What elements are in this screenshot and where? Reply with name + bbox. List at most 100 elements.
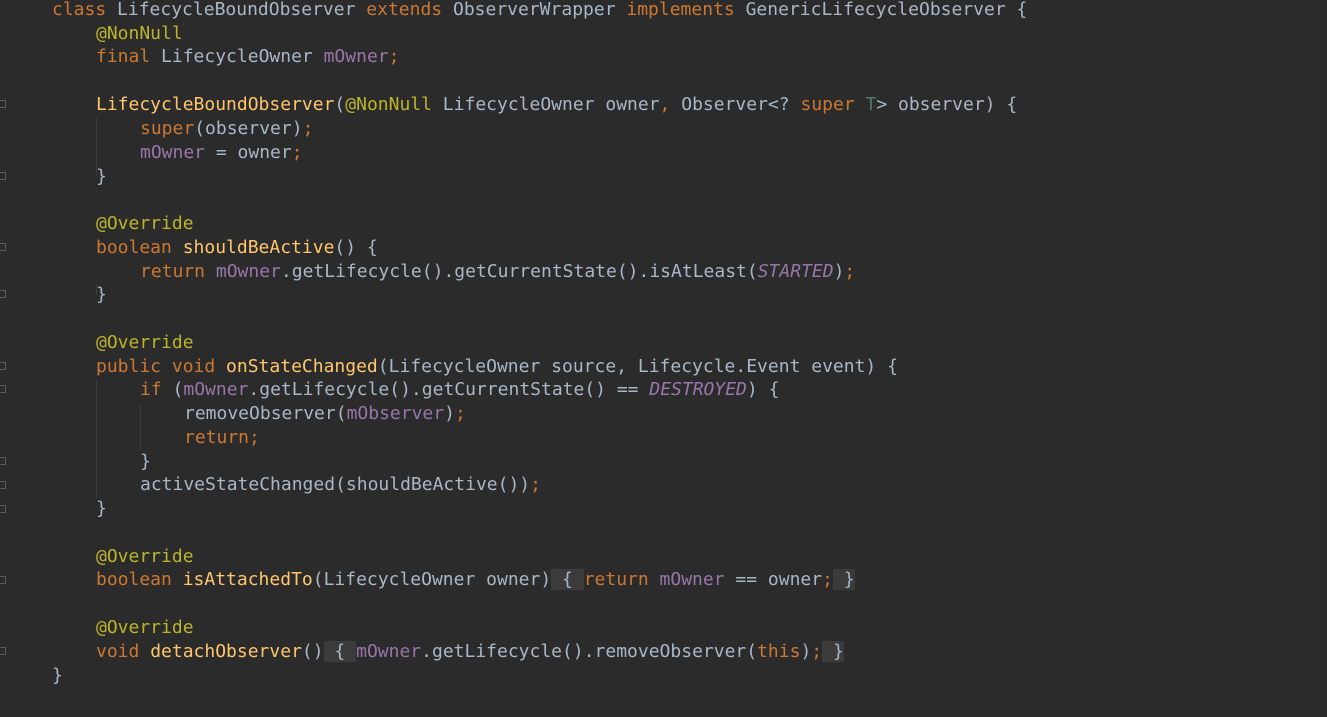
code-line[interactable]: super(observer); <box>140 117 313 141</box>
fold-marker-icon[interactable] <box>0 576 6 584</box>
code-line[interactable]: @Override <box>96 616 194 640</box>
code-line[interactable]: return; <box>184 426 260 450</box>
code-line[interactable]: @Override <box>96 212 194 236</box>
fold-marker-icon[interactable] <box>0 457 6 465</box>
code-line[interactable]: return mOwner.getLifecycle().getCurrentS… <box>140 260 855 284</box>
fold-marker-icon[interactable] <box>0 647 6 655</box>
punctuation: ( <box>334 94 346 115</box>
type-name: LifecycleOwner <box>161 46 324 67</box>
keyword: return <box>140 261 216 282</box>
brace: } <box>96 498 107 519</box>
code-line[interactable]: class LifecycleBoundObserver extends Obs… <box>52 0 1027 22</box>
type-parameter: T <box>865 94 877 115</box>
keyword: super <box>140 118 195 139</box>
constant: STARTED <box>757 261 834 282</box>
keyword: extends <box>366 0 453 20</box>
code-editor[interactable]: class LifecycleBoundObserver extends Obs… <box>0 0 1327 717</box>
code-text: .getLifecycle().getCurrentState().isAtLe… <box>280 261 758 282</box>
code-text: = owner <box>205 142 292 163</box>
punctuation: ( <box>172 379 184 400</box>
method-name: onStateChanged <box>226 356 378 377</box>
keyword: final <box>96 46 162 67</box>
keyword: boolean <box>96 569 183 590</box>
code-text: (observer) <box>194 118 303 139</box>
fold-marker-icon[interactable] <box>0 100 6 108</box>
semicolon: ; <box>388 46 400 67</box>
code-line[interactable]: LifecycleBoundObserver(@NonNull Lifecycl… <box>96 93 1017 117</box>
field-name: mOwner <box>323 46 389 67</box>
code-line[interactable]: if (mOwner.getLifecycle().getCurrentStat… <box>140 378 779 402</box>
constructor-name: LifecycleBoundObserver <box>96 94 335 115</box>
punctuation: ) <box>833 261 845 282</box>
punctuation: ) <box>800 641 812 662</box>
folded-region-open[interactable]: { <box>323 641 357 662</box>
folded-region-open[interactable]: { <box>551 569 584 590</box>
indent-guide <box>140 404 141 450</box>
code-line[interactable]: mOwner = owner; <box>140 141 303 165</box>
punctuation: ) { <box>746 379 780 400</box>
keyword: return <box>184 427 250 448</box>
code-line[interactable]: } <box>96 497 107 521</box>
semicolon: ; <box>291 142 303 163</box>
code-line[interactable]: activeStateChanged(shouldBeActive()); <box>140 473 541 497</box>
code-line[interactable]: } <box>96 165 107 189</box>
semicolon: ; <box>844 261 856 282</box>
method-name: shouldBeActive <box>182 237 335 258</box>
brace: } <box>96 284 107 305</box>
field-name: mObserver <box>346 403 445 424</box>
interface-name: GenericLifecycleObserver { <box>745 0 1028 20</box>
keyword: this <box>757 641 801 662</box>
fold-marker-icon[interactable] <box>0 385 6 393</box>
brace: } <box>96 166 107 187</box>
code-text: .getLifecycle().removeObserver( <box>421 641 758 662</box>
brace: } <box>140 451 151 472</box>
keyword: class <box>52 0 118 20</box>
field-name: mOwner <box>659 569 725 590</box>
code-line[interactable]: } <box>52 664 63 688</box>
fold-marker-icon[interactable] <box>0 505 6 513</box>
code-line[interactable]: final LifecycleOwner mOwner; <box>96 45 399 69</box>
annotation: @NonNull <box>345 94 432 115</box>
annotation: @Override <box>96 332 194 353</box>
annotation: @Override <box>96 213 194 234</box>
indent-guide <box>96 380 97 498</box>
code-text: (LifecycleOwner owner) <box>312 569 552 590</box>
field-name: mOwner <box>183 379 249 400</box>
code-text: activeStateChanged(shouldBeActive()) <box>140 474 531 495</box>
brace: } <box>52 665 63 686</box>
semicolon: ; <box>249 427 260 448</box>
parameter: Observer<? <box>670 94 801 115</box>
fold-marker-icon[interactable] <box>0 172 6 180</box>
field-name: mOwner <box>356 641 422 662</box>
code-text: () { <box>334 237 378 258</box>
method-name: isAttachedTo <box>182 569 313 590</box>
code-line[interactable]: public void onStateChanged(LifecycleOwne… <box>96 355 898 379</box>
folded-region-close[interactable]: } <box>822 641 844 662</box>
comma: , <box>659 94 671 115</box>
fold-marker-icon[interactable] <box>0 481 6 489</box>
parent-class: ObserverWrapper <box>452 0 627 20</box>
code-line[interactable]: boolean isAttachedTo(LifecycleOwner owne… <box>96 568 855 592</box>
code-line[interactable]: void detachObserver() { mOwner.getLifecy… <box>96 640 844 664</box>
code-text: () <box>301 641 324 662</box>
folded-region-close[interactable]: } <box>832 569 855 590</box>
code-text: == owner <box>724 569 823 590</box>
code-line[interactable]: boolean shouldBeActive() { <box>96 236 378 260</box>
fold-marker-icon[interactable] <box>0 243 6 251</box>
keyword: implements <box>626 0 746 20</box>
field-name: mOwner <box>140 142 206 163</box>
code-line[interactable]: @NonNull <box>96 22 183 46</box>
keyword: public void <box>96 356 227 377</box>
fold-marker-icon[interactable] <box>0 362 6 370</box>
parameter: > observer) { <box>876 94 1018 115</box>
annotation: @Override <box>96 546 194 567</box>
punctuation: ) <box>444 403 455 424</box>
semicolon: ; <box>302 118 314 139</box>
semicolon: ; <box>811 641 823 662</box>
code-line[interactable]: @Override <box>96 545 194 569</box>
code-line[interactable]: } <box>96 283 107 307</box>
fold-marker-icon[interactable] <box>0 290 6 298</box>
code-line[interactable]: removeObserver(mObserver); <box>184 402 466 426</box>
code-line[interactable]: } <box>140 450 151 474</box>
code-line[interactable]: @Override <box>96 331 194 355</box>
